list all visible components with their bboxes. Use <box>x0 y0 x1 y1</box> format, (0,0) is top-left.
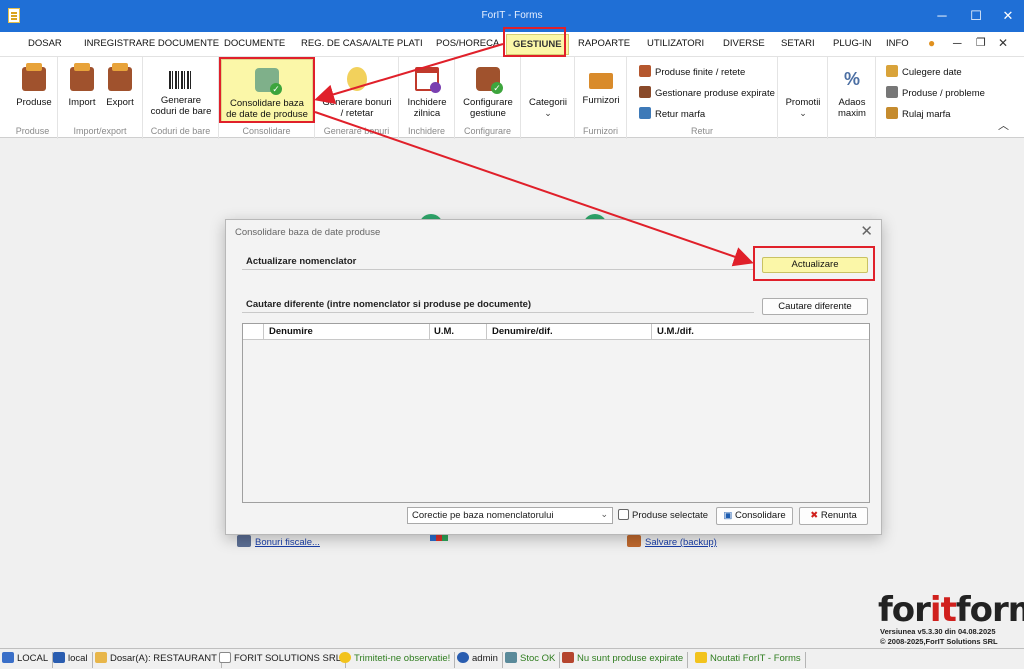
status-server-label: local <box>68 653 88 664</box>
status-user-label: admin <box>472 653 498 664</box>
status-noutati[interactable]: Noutati ForIT - Forms <box>695 652 806 668</box>
arrow-to-consolidare <box>314 43 504 105</box>
annotation-arrows <box>314 43 754 267</box>
status-server[interactable]: local <box>53 652 93 668</box>
smiley-icon <box>339 652 351 663</box>
status-stoc-label: Stoc OK <box>520 653 556 664</box>
arrow-to-actualizare <box>314 111 754 267</box>
status-dosar[interactable]: Dosar(A): RESTAURANT <box>95 652 222 668</box>
document-icon <box>219 652 231 663</box>
expired-products-icon <box>562 652 574 663</box>
status-stoc[interactable]: Stoc OK <box>505 652 561 668</box>
user-icon <box>457 652 469 663</box>
status-user[interactable]: admin <box>457 652 503 668</box>
status-feedback[interactable]: Trimiteti-ne observatie! <box>339 652 456 668</box>
status-bar: LOCAL local Dosar(A): RESTAURANT FORIT S… <box>0 648 1024 669</box>
stock-icon <box>505 652 517 663</box>
status-expirate[interactable]: Nu sunt produse expirate <box>562 652 689 668</box>
status-local-label: LOCAL <box>17 653 49 664</box>
status-expirate-label: Nu sunt produse expirate <box>577 653 684 664</box>
status-company-label: FORIT SOLUTIONS SRL <box>234 653 341 664</box>
server-icon <box>53 652 65 663</box>
status-local-mode[interactable]: LOCAL <box>2 652 54 668</box>
folder-icon <box>95 652 107 663</box>
news-icon <box>695 652 707 663</box>
status-feedback-label: Trimiteti-ne observatie! <box>354 653 451 664</box>
status-dosar-label: Dosar(A): RESTAURANT <box>110 653 217 664</box>
status-company[interactable]: FORIT SOLUTIONS SRL <box>219 652 346 668</box>
grid-icon <box>2 652 14 663</box>
status-noutati-label: Noutati ForIT - Forms <box>710 653 801 664</box>
